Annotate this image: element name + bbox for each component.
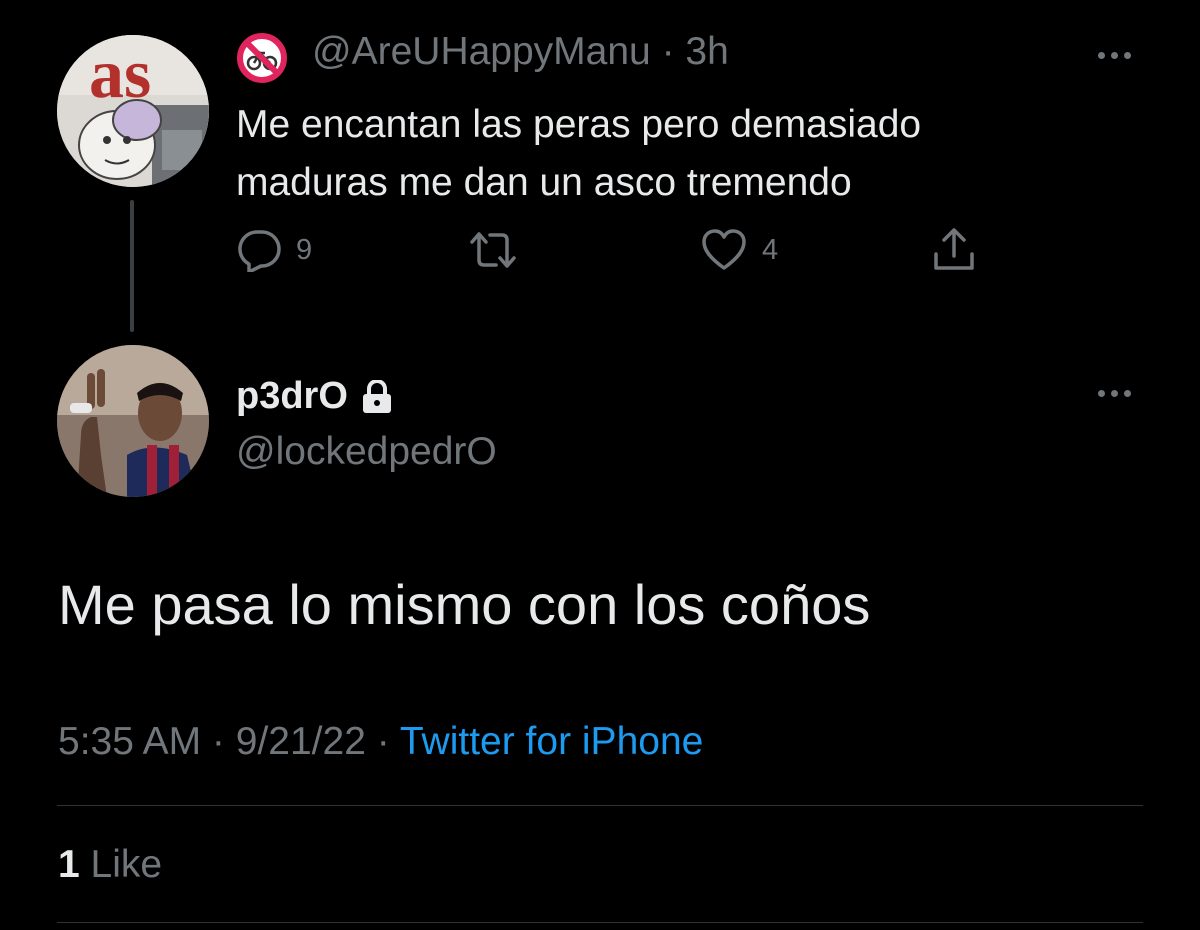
likes-stat[interactable]: 1 Like — [58, 843, 162, 887]
no-bicycles-icon — [236, 32, 288, 84]
more-options-icon[interactable] — [1098, 386, 1142, 400]
reply-handle[interactable]: @lockedpedrO — [236, 430, 497, 474]
parent-handle[interactable]: @AreUHappyManu — [312, 30, 651, 73]
like-button[interactable]: 4 — [700, 228, 778, 272]
meta-separator: · — [365, 720, 400, 763]
retweet-icon — [470, 232, 516, 268]
tweet-time: 5:35 AM — [58, 720, 202, 763]
avatar-image: as — [57, 35, 209, 187]
retweet-button[interactable] — [468, 228, 518, 272]
parent-time[interactable]: 3h — [685, 30, 728, 73]
header-separator: · — [650, 30, 686, 73]
parent-tweet-text: Me encantan las peras pero demasiado mad… — [236, 103, 922, 204]
tweet-date: 9/21/22 — [235, 720, 366, 763]
tweet-metadata: 5:35 AM · 9/21/22 · Twitter for iPhone — [58, 720, 703, 764]
reply-count: 9 — [296, 233, 313, 266]
share-button[interactable] — [930, 226, 978, 272]
display-name-text: p3drO — [236, 375, 348, 417]
avatar-reply[interactable] — [57, 345, 209, 497]
meta-separator: · — [201, 720, 236, 763]
divider — [57, 805, 1143, 806]
reply-button[interactable]: 9 — [236, 228, 312, 272]
avatar-parent[interactable]: as — [57, 35, 209, 187]
avatar-image — [57, 345, 209, 497]
lock-icon — [362, 379, 391, 413]
likes-count: 1 — [58, 843, 80, 886]
like-count: 4 — [762, 233, 779, 266]
heart-icon — [702, 229, 746, 270]
reply-display-name[interactable]: p3drO — [236, 375, 396, 418]
reply-tweet-text: Me pasa lo mismo con los coños — [58, 573, 871, 636]
tweet-source-link[interactable]: Twitter for iPhone — [400, 720, 703, 763]
more-options-icon[interactable] — [1098, 48, 1142, 62]
share-icon — [934, 228, 974, 270]
likes-label: Like — [90, 843, 163, 886]
reply-icon — [238, 230, 281, 272]
divider — [57, 922, 1143, 923]
thread-connector — [130, 200, 134, 332]
parent-tweet-header: @AreUHappyManu · 3h — [312, 30, 729, 74]
